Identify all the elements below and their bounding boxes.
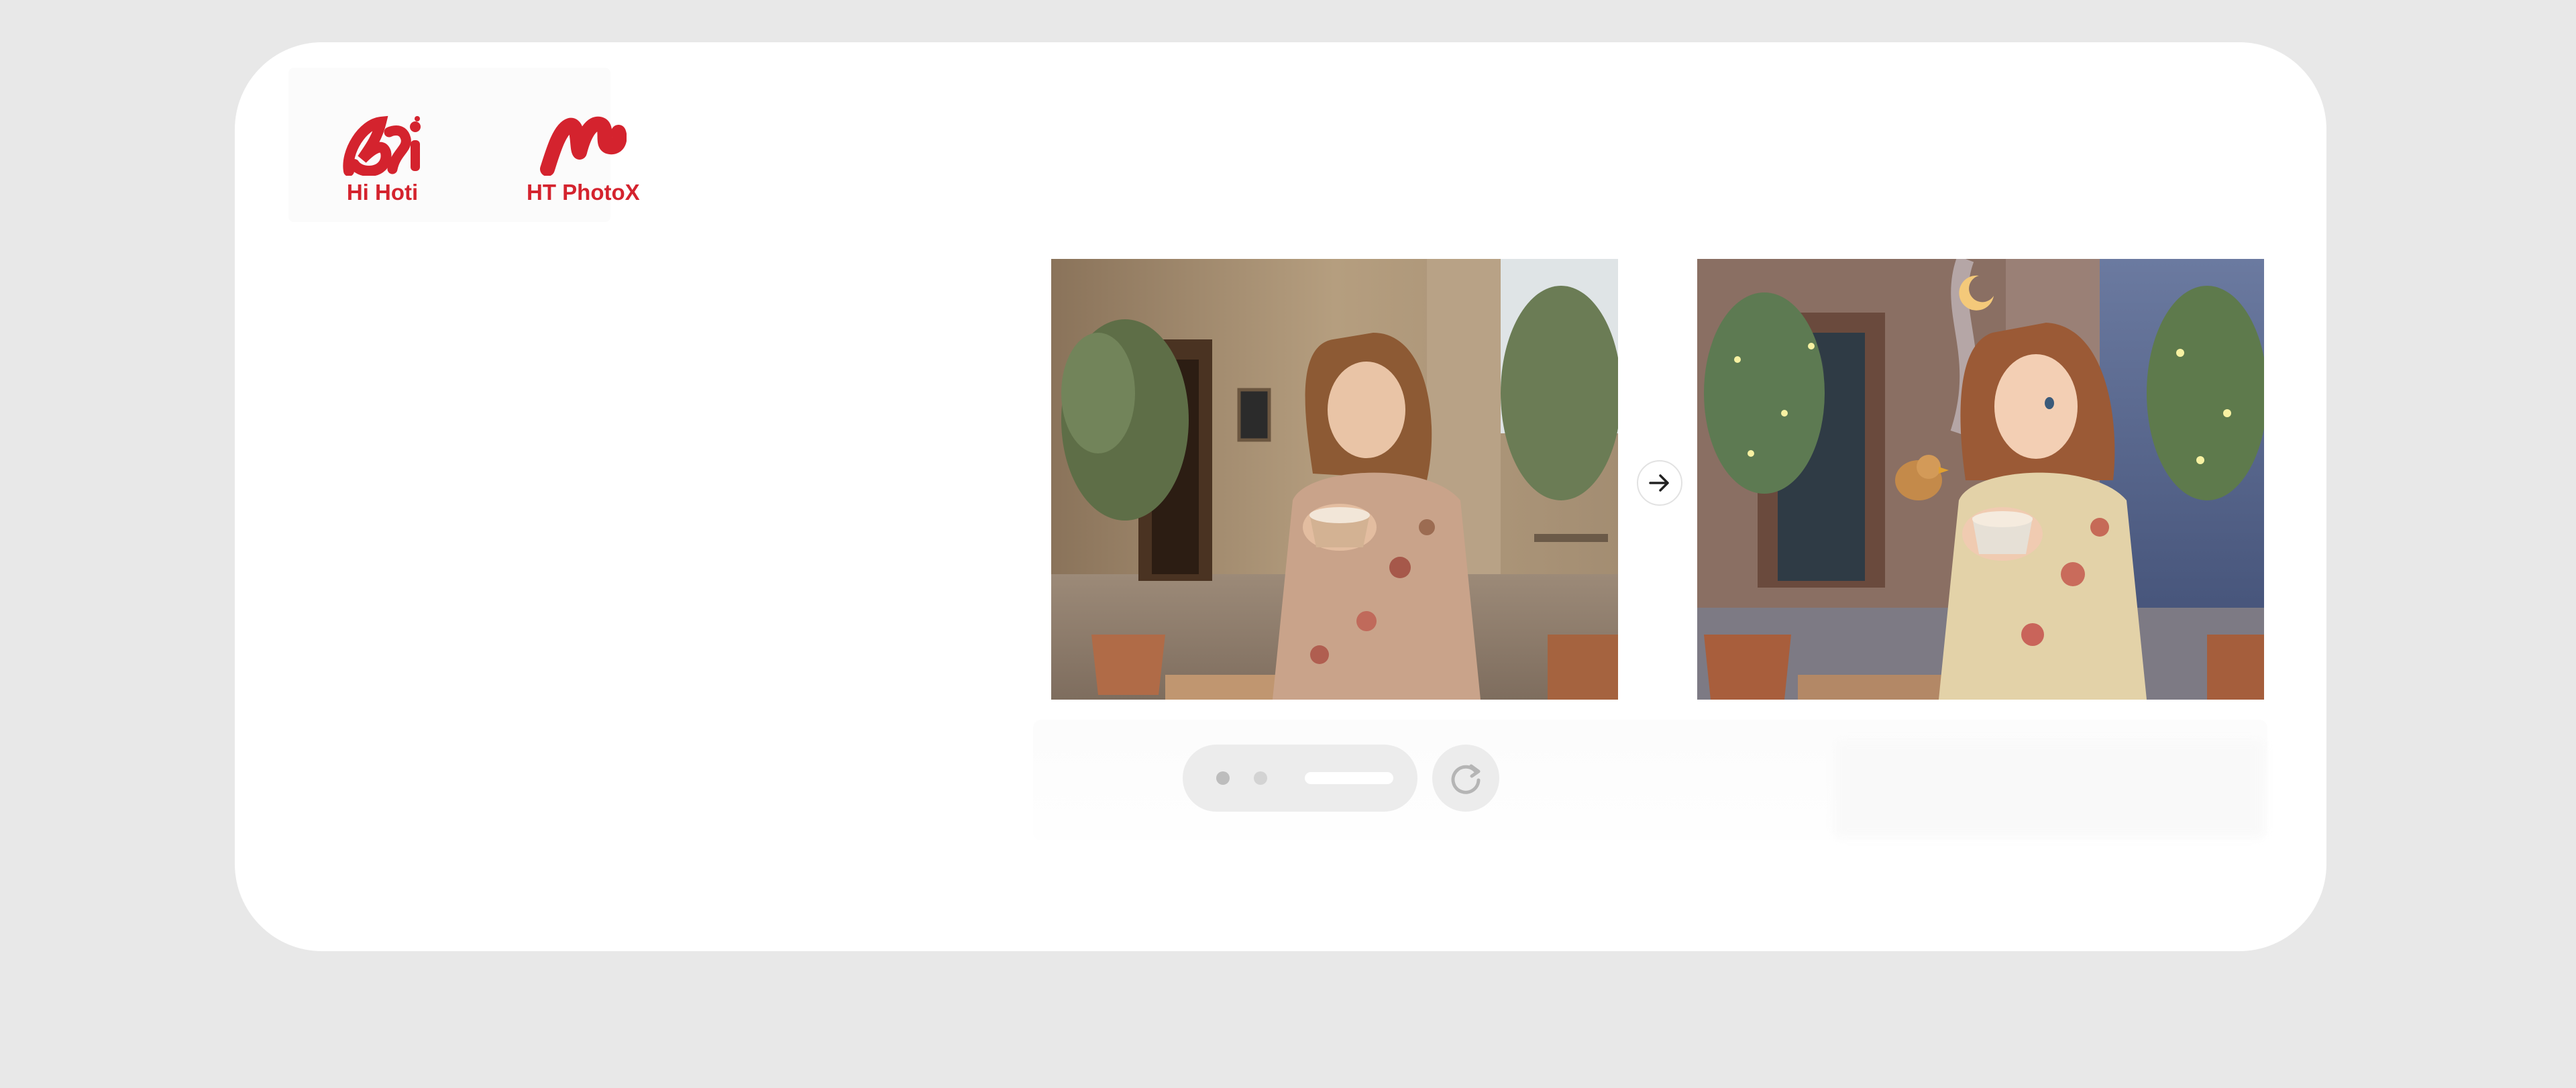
hi-hoti-logo-icon [343, 115, 421, 176]
caption-area-blurred [1835, 740, 2264, 837]
image-pager [1183, 745, 1417, 812]
main-card: Hi Hoti HT PhotoX [235, 42, 2326, 951]
pager-dot-2[interactable] [1254, 771, 1267, 785]
pager-dot-1[interactable] [1216, 771, 1230, 785]
hi-hoti-label: Hi Hoti [346, 180, 419, 205]
pager-active-indicator[interactable] [1305, 772, 1393, 784]
hi-hoti-logo[interactable]: Hi Hoti [342, 68, 423, 222]
refresh-button[interactable] [1432, 745, 1499, 812]
ht-photox-logo-icon [540, 116, 627, 176]
logo-strip: Hi Hoti HT PhotoX [288, 68, 640, 222]
after-image[interactable] [1697, 259, 2264, 700]
photo-woman-cafe-icon [1051, 259, 1618, 700]
ht-photox-logo[interactable]: HT PhotoX [527, 68, 640, 222]
before-image[interactable] [1051, 259, 1618, 700]
arrow-right-icon [1649, 474, 1669, 492]
ht-photox-label: HT PhotoX [527, 180, 640, 205]
refresh-icon [1451, 764, 1481, 794]
compare-arrow-button[interactable] [1637, 460, 1682, 506]
cartoon-woman-cafe-icon [1697, 259, 2264, 700]
